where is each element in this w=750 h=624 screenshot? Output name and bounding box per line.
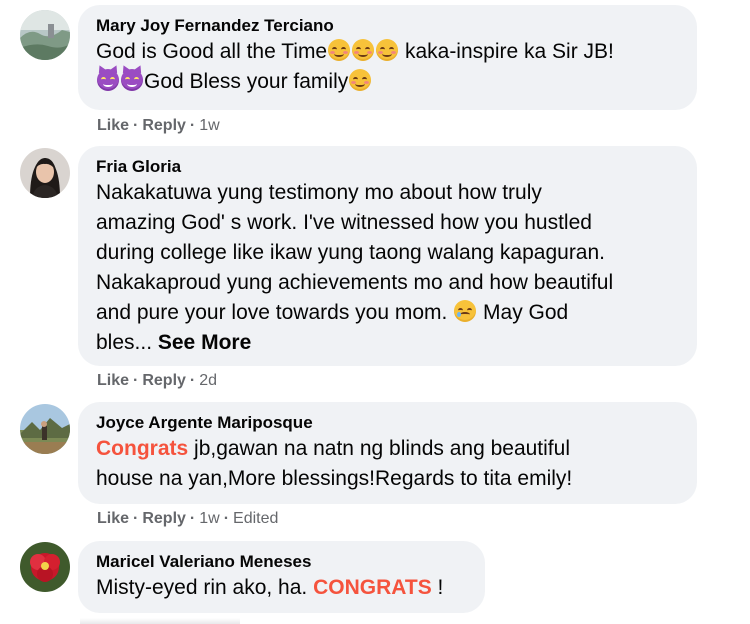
comment-text-line: Nakakaproud yung achievements mo and how… bbox=[96, 271, 614, 294]
comment-text-segment: Misty-eyed rin ako, ha. bbox=[96, 576, 314, 599]
comment-text-segment: and pure your love towards you mom. bbox=[96, 301, 448, 324]
comment-text: God is Good all the Time kaka-inspire ka… bbox=[95, 37, 679, 97]
comment-text-line: house na yan,More blessings!Regards to t… bbox=[96, 467, 573, 490]
reply-button[interactable]: Reply bbox=[142, 117, 186, 134]
edited-label[interactable]: Edited bbox=[233, 510, 278, 527]
comment-text: Nakakatuwa yung testimony mo about how t… bbox=[96, 178, 679, 358]
comment-text-segment: God Bless your family bbox=[144, 70, 349, 93]
comment-author[interactable]: Joyce Argente Mariposque bbox=[96, 412, 679, 434]
avatar[interactable] bbox=[20, 404, 70, 454]
comment-text: Misty-eyed rin ako, ha. CONGRATS ! bbox=[96, 573, 467, 603]
reply-button[interactable]: Reply bbox=[142, 510, 186, 527]
comment-bubble: Joyce Argente Mariposque Congrats jb,gaw… bbox=[78, 402, 697, 504]
comment-text-segment: God is Good all the Time bbox=[96, 40, 328, 63]
avatar-photo-flower-icon bbox=[20, 542, 70, 592]
separator-dot: · bbox=[189, 510, 196, 527]
comment-bubble: Maricel Valeriano Meneses Misty-eyed rin… bbox=[78, 541, 485, 613]
relieved-face-emoji-icon bbox=[376, 39, 399, 61]
avatar-photo-outdoor-icon bbox=[20, 404, 70, 454]
separator-dot: · bbox=[223, 510, 230, 527]
comment-text-segment: ! bbox=[431, 576, 444, 599]
separator-dot: · bbox=[133, 372, 139, 389]
avatar-photo-landscape-icon bbox=[20, 10, 70, 60]
comment-text-segment: jb,gawan na natn ng blinds ang beautiful bbox=[188, 437, 570, 460]
comment-bubble: Fria Gloria Nakakatuwa yung testimony mo… bbox=[78, 146, 697, 366]
comment-text-line: amazing God' s work. I've witnessed how … bbox=[96, 211, 592, 234]
comment-author[interactable]: Mary Joy Fernandez Terciano bbox=[96, 15, 679, 37]
separator-dot: · bbox=[133, 117, 139, 134]
avatar[interactable] bbox=[20, 542, 70, 592]
relieved-face-emoji-icon bbox=[328, 39, 351, 61]
comment-author[interactable]: Fria Gloria bbox=[96, 156, 679, 178]
comment-author[interactable]: Maricel Valeriano Meneses bbox=[96, 551, 467, 573]
comment-text-segment: kaka-inspire ka Sir JB! bbox=[399, 40, 614, 63]
highlighted-keyword: CONGRATS bbox=[313, 576, 432, 599]
separator-dot: · bbox=[133, 510, 139, 527]
like-button[interactable]: Like bbox=[97, 117, 129, 134]
separator-dot: · bbox=[189, 372, 196, 389]
comment-timestamp[interactable]: 1w bbox=[199, 510, 219, 527]
smiling-devil-emoji-icon bbox=[95, 63, 121, 91]
avatar[interactable] bbox=[20, 148, 70, 198]
cropped-next-line bbox=[80, 618, 240, 624]
like-button[interactable]: Like bbox=[97, 372, 129, 389]
comment-actions: Like · Reply · 1w · Edited bbox=[97, 509, 278, 529]
reply-button[interactable]: Reply bbox=[142, 372, 186, 389]
like-button[interactable]: Like bbox=[97, 510, 129, 527]
smiling-face-emoji-icon bbox=[349, 69, 372, 91]
comment-text-segment: May God bbox=[477, 301, 569, 324]
see-more-link[interactable]: See More bbox=[158, 331, 251, 354]
comment-timestamp[interactable]: 2d bbox=[199, 372, 217, 389]
comment-text: Congrats jb,gawan na natn ng blinds ang … bbox=[96, 434, 679, 494]
comment-text-segment: bles... bbox=[96, 331, 153, 354]
comment-text-line: Nakakatuwa yung testimony mo about how t… bbox=[96, 181, 542, 204]
avatar[interactable] bbox=[20, 10, 70, 60]
comment-text-line: during college like ikaw yung taong wala… bbox=[96, 241, 606, 264]
crying-face-emoji-icon bbox=[454, 300, 477, 322]
highlighted-keyword: Congrats bbox=[96, 437, 189, 460]
comment-bubble: Mary Joy Fernandez Terciano God is Good … bbox=[78, 5, 697, 110]
comment-actions: Like · Reply · 2d bbox=[97, 371, 217, 391]
comment-timestamp[interactable]: 1w bbox=[199, 117, 219, 134]
avatar-photo-woman-icon bbox=[20, 148, 70, 198]
smiling-devil-emoji-icon bbox=[119, 63, 145, 91]
separator-dot: · bbox=[189, 117, 196, 134]
comment-actions: Like · Reply · 1w bbox=[97, 116, 220, 136]
relieved-face-emoji-icon bbox=[352, 39, 375, 61]
